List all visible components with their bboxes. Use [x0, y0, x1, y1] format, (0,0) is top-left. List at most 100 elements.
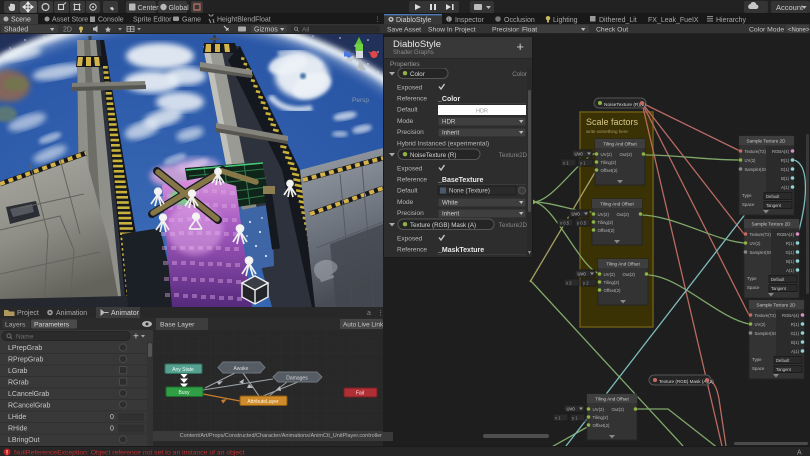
svg-text:Out(2): Out(2)	[623, 272, 636, 277]
svg-text:UV0: UV0	[572, 211, 581, 216]
svg-text:Sample Texture 2D: Sample Texture 2D	[747, 139, 787, 144]
svg-text:Reference: Reference	[397, 247, 427, 254]
svg-text:Color Mode: Color Mode	[749, 27, 784, 34]
svg-text:Asset Store: Asset Store	[52, 17, 88, 24]
svg-text:x 2: x 2	[566, 280, 572, 285]
svg-text:_BaseTexture: _BaseTexture	[437, 177, 484, 184]
svg-text:Shaded: Shaded	[4, 27, 28, 34]
svg-text:x 1: x 1	[563, 160, 569, 165]
svg-text:Default: Default	[766, 194, 780, 199]
svg-text:y 1: y 1	[580, 160, 586, 165]
svg-text:R(1): R(1)	[791, 322, 800, 327]
svg-text:Default: Default	[397, 107, 418, 114]
svg-text:R(1): R(1)	[786, 241, 795, 246]
svg-text:R(1): R(1)	[781, 158, 790, 163]
svg-text:NoiseTexture (R): NoiseTexture (R)	[410, 152, 456, 159]
svg-text:Color: Color	[512, 71, 527, 78]
svg-text:HeightBlendFloat: HeightBlendFloat	[217, 17, 271, 24]
svg-text:A(1): A(1)	[786, 268, 795, 273]
svg-text:Hierarchy: Hierarchy	[716, 17, 746, 24]
svg-text:Auto Live Link: Auto Live Link	[343, 322, 384, 329]
svg-text:Fail: Fail	[356, 391, 364, 397]
svg-text:UV(2): UV(2)	[745, 158, 757, 163]
svg-text:RGBA(4): RGBA(4)	[782, 313, 800, 318]
svg-text:Default: Default	[397, 188, 418, 195]
svg-text:+: +	[133, 332, 139, 343]
svg-text:Offset(2): Offset(2)	[604, 288, 622, 293]
svg-text:UV(2): UV(2)	[604, 272, 616, 277]
svg-text:Exposed: Exposed	[397, 166, 423, 173]
svg-text:y 2: y 2	[583, 280, 589, 285]
svg-text:y 0.5: y 0.5	[577, 220, 587, 225]
svg-text:Tangent: Tangent	[771, 286, 787, 291]
svg-text:Inherit: Inherit	[442, 211, 459, 218]
svg-text:Awake: Awake	[234, 366, 249, 372]
svg-text:Inspector: Inspector	[455, 17, 484, 24]
svg-text:UV0: UV0	[578, 271, 587, 276]
svg-text:2D: 2D	[63, 27, 72, 34]
svg-text:Tiling(2): Tiling(2)	[593, 415, 609, 420]
svg-text:RHide: RHide	[8, 426, 28, 433]
svg-text:⋮: ⋮	[374, 17, 381, 24]
svg-text:UV(2): UV(2)	[755, 322, 767, 327]
svg-text:FX_Leak_FueIX: FX_Leak_FueIX	[648, 17, 699, 24]
svg-text:write something here: write something here	[586, 129, 628, 134]
svg-text:Persp: Persp	[352, 97, 369, 104]
svg-text:a: a	[367, 310, 371, 317]
svg-text:Tiling And Offset: Tiling And Offset	[595, 397, 629, 402]
svg-text:LBringOut: LBringOut	[8, 437, 40, 444]
svg-text:NullReferenceException: Object: NullReferenceException: Object reference…	[14, 449, 245, 456]
svg-text:B(1): B(1)	[786, 259, 795, 264]
svg-text:A(1): A(1)	[781, 185, 790, 190]
svg-text:HDR: HDR	[442, 119, 456, 126]
svg-text:Out(2): Out(2)	[620, 152, 633, 157]
svg-text:G(1): G(1)	[791, 331, 800, 336]
svg-text:Account: Account	[776, 3, 804, 12]
svg-text:UV(2): UV(2)	[601, 152, 613, 157]
svg-text:LPrepGrab: LPrepGrab	[8, 345, 42, 352]
svg-text:y 1: y 1	[572, 415, 578, 420]
svg-text:Exposed: Exposed	[397, 85, 423, 92]
svg-text:LCancelGrab: LCancelGrab	[8, 391, 49, 398]
svg-text:B(1): B(1)	[791, 340, 800, 345]
svg-text:Check Out: Check Out	[596, 27, 628, 34]
svg-text:x 1: x 1	[555, 415, 561, 420]
svg-text:Space: Space	[752, 366, 765, 371]
svg-text:Name: Name	[16, 334, 34, 341]
svg-text:Show In Project: Show In Project	[428, 27, 476, 34]
svg-text:UV(2): UV(2)	[598, 212, 610, 217]
svg-text:Out(2): Out(2)	[617, 212, 630, 217]
svg-text:RGrab: RGrab	[8, 380, 29, 387]
svg-text:Lighting: Lighting	[553, 17, 578, 24]
svg-text:UV(2): UV(2)	[750, 241, 762, 246]
svg-text:Sampler(SS): Sampler(SS)	[745, 167, 770, 172]
svg-text:x 0.5: x 0.5	[560, 220, 570, 225]
svg-text:B(1): B(1)	[781, 176, 790, 181]
svg-text:None (Texture): None (Texture)	[449, 188, 490, 195]
svg-text:Parameters: Parameters	[34, 322, 70, 329]
svg-text:Busy: Busy	[178, 390, 190, 396]
svg-text:Damages: Damages	[286, 376, 308, 382]
svg-text:Animator: Animator	[111, 310, 140, 317]
svg-text:Scene: Scene	[11, 17, 31, 24]
svg-text:Layers: Layers	[5, 322, 26, 329]
svg-text:LHide: LHide	[8, 414, 26, 421]
svg-text:Center: Center	[138, 5, 160, 12]
svg-text:White: White	[442, 200, 458, 207]
svg-text:!: !	[6, 450, 8, 456]
svg-text:Offset(2): Offset(2)	[598, 228, 616, 233]
svg-text:Sprite Editor: Sprite Editor	[133, 17, 172, 24]
svg-text:Texture(T2): Texture(T2)	[745, 149, 767, 154]
svg-text:_MaskTexture: _MaskTexture	[437, 247, 484, 254]
svg-text:HDR: HDR	[476, 109, 488, 115]
svg-text:Precision: Precision	[397, 210, 424, 217]
svg-text:UV0: UV0	[567, 406, 576, 411]
svg-text:AttributeLayer: AttributeLayer	[247, 399, 278, 405]
svg-text:Project: Project	[17, 310, 39, 317]
svg-text:Sample Texture 2D: Sample Texture 2D	[757, 303, 797, 308]
svg-text:All: All	[302, 26, 310, 33]
svg-text:Texture(T2): Texture(T2)	[750, 232, 772, 237]
svg-text:Out(2): Out(2)	[612, 407, 625, 412]
svg-text:Type: Type	[752, 357, 762, 362]
svg-text:0: 0	[110, 426, 114, 433]
